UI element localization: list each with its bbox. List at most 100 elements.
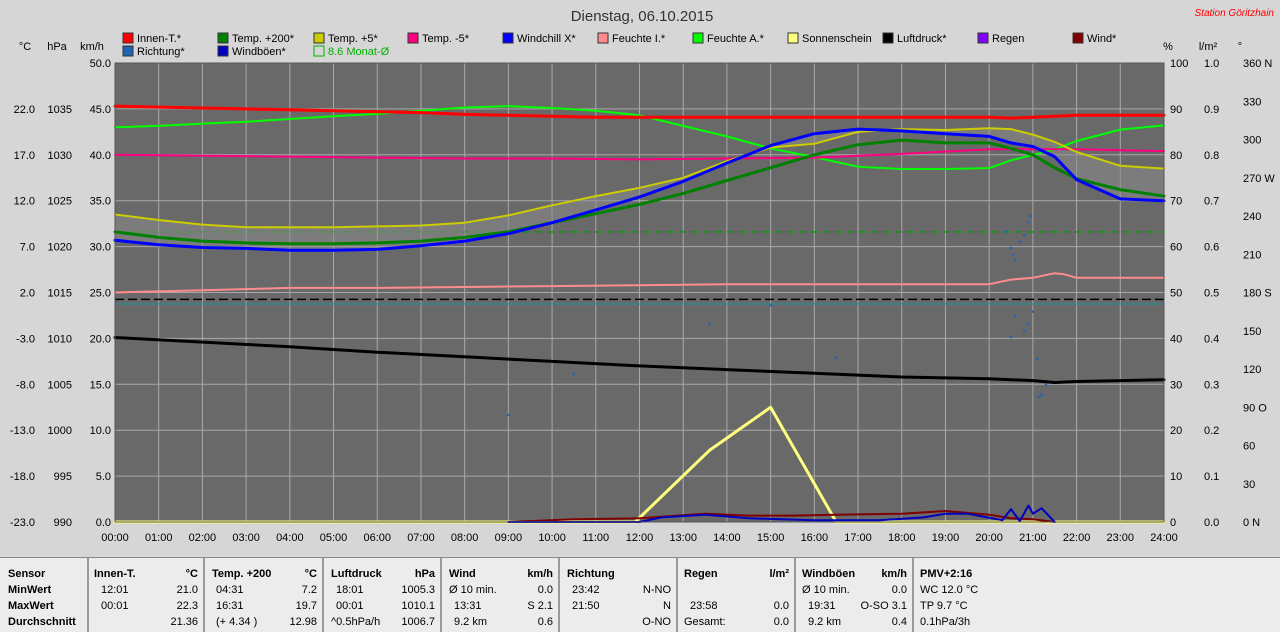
unit-deg: ° <box>1238 41 1242 53</box>
stats-regen-unit: l/m² <box>769 568 789 580</box>
stats-temp200-unit: °C <box>304 568 317 580</box>
tick-label-pressure_hpa: 990 <box>54 517 72 529</box>
stats-sensor-block: Sensor MinWert MaxWert Durchschnitt <box>0 558 89 632</box>
series-point-richtung <box>1011 252 1015 256</box>
tick-label-wind_kmh: 45.0 <box>90 104 111 116</box>
stats-wind-avg10-value: 0.0 <box>537 584 553 596</box>
tick-label-rain_lm2: 0.9 <box>1204 104 1219 116</box>
stats-wind-unit: km/h <box>527 568 553 580</box>
tick-label-x: 01:00 <box>145 532 173 544</box>
tick-label-pressure_hpa: 1030 <box>48 150 72 162</box>
tick-label-x: 04:00 <box>276 532 304 544</box>
legend-label-sonnenschein: Sonnenschein <box>802 33 872 45</box>
stats-innen-min-time: 12:01 <box>101 584 129 596</box>
tick-label-wind_kmh: 40.0 <box>90 150 111 162</box>
stats-richtung-block: Richtung 23:42 N-NO 21:50 N O-NO <box>560 558 678 632</box>
tick-label-direction_deg: 240 <box>1243 211 1261 223</box>
legend-label-temp_200: Temp. +200* <box>232 33 295 45</box>
legend-label-windboeen: Windböen* <box>232 46 287 58</box>
tick-label-rain_lm2: 0.7 <box>1204 196 1219 208</box>
tick-label-temp_c: -23.0 <box>10 517 35 529</box>
tick-label-x: 18:00 <box>888 532 916 544</box>
legend-label-feuchte_i: Feuchte I.* <box>612 33 666 45</box>
stats-pmv-header: PMV+2:16 <box>920 568 973 580</box>
tick-label-x: 03:00 <box>232 532 260 544</box>
series-point-richtung <box>769 303 772 307</box>
tick-label-temp_c: 2.0 <box>20 288 35 300</box>
stats-luftdruck-min-time: 18:01 <box>336 584 364 596</box>
tick-label-x: 22:00 <box>1063 532 1091 544</box>
tick-label-temp_c: 12.0 <box>14 196 35 208</box>
stats-richtung-min-value: N-NO <box>642 584 671 596</box>
series-point-richtung <box>1031 310 1035 313</box>
legend-label-regen: Regen <box>992 33 1024 45</box>
tick-label-x: 06:00 <box>363 532 391 544</box>
legend-label-feuchte_a: Feuchte A.* <box>707 33 765 45</box>
tick-label-x: 08:00 <box>451 532 479 544</box>
tick-label-rain_lm2: 0.0 <box>1204 517 1219 529</box>
tick-label-humidity_pct: 80 <box>1170 150 1182 162</box>
unit-percent: % <box>1163 41 1173 53</box>
stats-pmv-windchill: WC 12.0 °C <box>920 584 979 596</box>
stats-windboeen-avg10-label: Ø 10 min. <box>802 584 850 596</box>
series-point-richtung <box>1040 393 1043 396</box>
tick-label-x: 02:00 <box>189 532 217 544</box>
series-point-richtung <box>572 372 576 376</box>
tick-label-x: 12:00 <box>626 532 654 544</box>
tick-label-direction_deg: 60 <box>1243 441 1255 453</box>
tick-label-rain_lm2: 0.5 <box>1204 288 1219 300</box>
stats-luftdruck-header: Luftdruck <box>331 568 382 580</box>
stats-windboeen-header: Windböen <box>802 568 856 580</box>
tick-label-direction_deg: 180 S <box>1243 288 1272 300</box>
legend-swatch-temp_m5 <box>407 32 419 44</box>
weather-chart: Dienstag, 06.10.2015 Station Göritzhain … <box>0 0 1280 556</box>
tick-label-rain_lm2: 0.1 <box>1204 471 1219 483</box>
tick-label-x: 20:00 <box>975 532 1003 544</box>
tick-label-rain_lm2: 0.4 <box>1204 333 1219 345</box>
stats-wind-avg10-label: Ø 10 min. <box>449 584 497 596</box>
tick-label-x: 16:00 <box>801 532 829 544</box>
tick-label-x: 14:00 <box>713 532 741 544</box>
stats-row-min: MinWert <box>8 584 52 596</box>
tick-label-x: 21:00 <box>1019 532 1047 544</box>
stats-pmv-block: PMV+2:16 WC 12.0 °C TP 9.7 °C 0.1hPa/3h <box>914 558 1278 632</box>
tick-label-direction_deg: 210 <box>1243 249 1261 261</box>
tick-label-humidity_pct: 40 <box>1170 333 1182 345</box>
station-name: Station Göritzhain <box>1195 8 1275 19</box>
stats-wind-distance: 9.2 km <box>454 616 488 628</box>
unit-celsius: °C <box>19 41 31 53</box>
tick-label-rain_lm2: 1.0 <box>1204 58 1219 70</box>
tick-label-rain_lm2: 0.2 <box>1204 425 1219 437</box>
tick-label-direction_deg: 360 N <box>1243 58 1272 70</box>
legend-label-richtung: Richtung* <box>137 46 185 58</box>
tick-label-direction_deg: 150 <box>1243 326 1261 338</box>
tick-label-x: 19:00 <box>932 532 960 544</box>
stats-luftdruck-min-value: 1005.3 <box>401 584 435 596</box>
stats-regen-block: Regen l/m² 23:58 0.0 Gesamt: 0.0 <box>678 558 796 632</box>
stats-regen-header: Regen <box>684 568 718 580</box>
tick-label-direction_deg: 270 W <box>1243 173 1275 185</box>
legend-swatch-wind <box>1072 32 1084 44</box>
legend-label-innen_t: Innen-T.* <box>137 33 182 45</box>
series-point-richtung <box>1027 221 1030 224</box>
legend-swatch-feuchte_i <box>597 32 609 44</box>
tick-label-direction_deg: 30 <box>1243 479 1255 491</box>
stats-sensor-header: Sensor <box>8 568 46 580</box>
tick-label-direction_deg: 0 N <box>1243 517 1260 529</box>
tick-label-direction_deg: 330 <box>1243 96 1261 108</box>
legend-swatch-windboeen <box>217 45 229 57</box>
stats-temp200-block: Temp. +200 °C 04:31 7.2 16:31 19.7 (+ 4.… <box>205 558 324 632</box>
stats-luftdruck-unit: hPa <box>414 568 435 580</box>
legend-swatch-regen <box>977 32 989 44</box>
tick-label-rain_lm2: 0.3 <box>1204 379 1219 391</box>
tick-label-x: 15:00 <box>757 532 785 544</box>
tick-label-x: 09:00 <box>495 532 523 544</box>
tick-label-temp_c: -18.0 <box>10 471 35 483</box>
legend-swatch-windchill <box>502 32 514 44</box>
stats-temp200-header: Temp. +200 <box>212 568 272 580</box>
stats-temp200-trend: (+ 4.34 ) <box>216 616 258 628</box>
stats-wind-header: Wind <box>449 568 476 580</box>
series-point-richtung <box>1009 335 1013 339</box>
tick-label-x: 00:00 <box>101 532 129 544</box>
tick-label-x: 13:00 <box>669 532 697 544</box>
